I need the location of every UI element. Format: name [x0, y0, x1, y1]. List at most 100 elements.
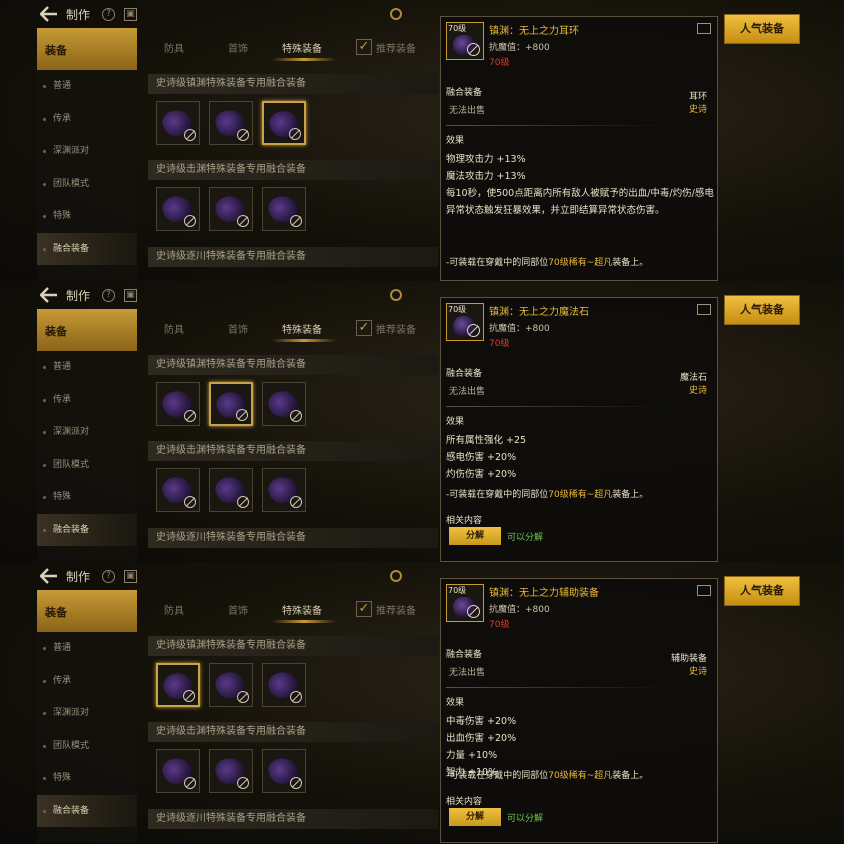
sidebar-item[interactable]: 深渊派对	[37, 697, 137, 730]
share-icon[interactable]	[697, 304, 711, 315]
help-icon[interactable]: ?	[102, 289, 115, 302]
no-trade-icon	[184, 410, 196, 422]
sidebar-item[interactable]: 传承	[37, 665, 137, 698]
equipment-slot[interactable]	[209, 101, 253, 145]
equipment-slot[interactable]	[156, 663, 200, 707]
tab-2[interactable]: 特殊装备	[282, 321, 322, 336]
sidebar-item[interactable]: 融合装备	[37, 513, 137, 546]
sidebar-item[interactable]: 团队模式	[37, 730, 137, 763]
recommend-checkbox[interactable]: ✓	[356, 601, 372, 617]
item-icon: 70级	[446, 303, 484, 341]
equip-note: -可装载在穿戴中的同部位70级稀有~超凡装备上。	[446, 258, 649, 268]
tab-1[interactable]: 首饰	[228, 40, 248, 55]
no-trade-icon	[184, 496, 196, 508]
equipment-slot[interactable]	[262, 382, 306, 426]
tab-2[interactable]: 特殊装备	[282, 40, 322, 55]
sidebar-category-equipment[interactable]: 装备 ︿	[37, 590, 137, 632]
equipment-slot[interactable]	[156, 468, 200, 512]
tab-2[interactable]: 特殊装备	[282, 602, 322, 617]
coin-icon	[390, 8, 402, 20]
disassemble-note: 可以分解	[507, 814, 544, 824]
popular-equipment-button[interactable]: 人气装备	[724, 576, 800, 606]
equipment-slot[interactable]	[262, 749, 306, 793]
equipment-slot[interactable]	[209, 749, 253, 793]
item-stat: 抗魔值：+800	[489, 605, 550, 615]
popular-equipment-button[interactable]: 人气装备	[724, 14, 800, 44]
back-icon[interactable]	[40, 6, 58, 22]
crafting-panel-2: 制作 ? ▣ 装备 ︿ 普通 传承 深渊派对 团队模式 特殊 融合装备 防具 首饰 特殊装备 ✓ 推…	[0, 562, 844, 843]
help-icon[interactable]: ?	[102, 570, 115, 583]
equipment-slot[interactable]	[262, 663, 306, 707]
tab-bar: 防具 首饰 特殊装备 ✓ 推荐装备	[148, 34, 433, 62]
equipment-slot[interactable]	[156, 187, 200, 231]
sidebar-category-equipment[interactable]: 装备 ︿	[37, 28, 137, 70]
item-tooltip: 70级 镇渊：无上之力辅助装备 抗魔值：+800 70级 融合装备 无法出售 辅…	[440, 578, 718, 843]
equipment-slot[interactable]	[209, 382, 253, 426]
section-header: 史诗级镇渊特殊装备专用融合装备	[148, 355, 438, 375]
equipment-slot[interactable]	[262, 101, 306, 145]
chevron-up-icon: ︿	[45, 323, 56, 336]
popular-equipment-button[interactable]: 人气装备	[724, 295, 800, 325]
sidebar-item[interactable]: 深渊派对	[37, 416, 137, 449]
sidebar-category-equipment[interactable]: 装备 ︿	[37, 309, 137, 351]
sidebar-item[interactable]: 融合装备	[37, 232, 137, 265]
related-header: 相关内容	[446, 516, 483, 526]
divider	[446, 125, 668, 126]
active-tab-indicator	[272, 620, 336, 623]
tab-0[interactable]: 防具	[164, 602, 184, 617]
sidebar-item[interactable]: 团队模式	[37, 449, 137, 482]
sidebar-item[interactable]: 普通	[37, 351, 137, 384]
tab-1[interactable]: 首饰	[228, 321, 248, 336]
equipment-slot[interactable]	[262, 468, 306, 512]
equip-note: -可装载在穿戴中的同部位70级稀有~超凡装备上。	[446, 490, 649, 500]
effect-line: 灼伤伤害 +20%	[446, 469, 517, 480]
disassemble-button[interactable]: 分解	[449, 808, 501, 826]
no-trade-text: 无法出售	[449, 668, 486, 678]
sidebar-item[interactable]: 普通	[37, 632, 137, 665]
equipment-slot[interactable]	[209, 468, 253, 512]
no-trade-icon	[237, 496, 249, 508]
recommend-checkbox[interactable]: ✓	[356, 320, 372, 336]
page-title: 制作	[66, 8, 91, 22]
equipment-slot[interactable]	[156, 101, 200, 145]
tab-0[interactable]: 防具	[164, 40, 184, 55]
back-icon[interactable]	[40, 568, 58, 584]
no-trade-icon	[237, 129, 249, 141]
tab-0[interactable]: 防具	[164, 321, 184, 336]
share-icon[interactable]	[697, 23, 711, 34]
gear-icon[interactable]: ▣	[124, 289, 137, 302]
share-icon[interactable]	[697, 585, 711, 596]
equipment-slot[interactable]	[156, 749, 200, 793]
equipment-slot[interactable]	[209, 187, 253, 231]
back-icon[interactable]	[40, 287, 58, 303]
section-header: 史诗级击渊特殊装备专用融合装备	[148, 722, 438, 742]
disassemble-button[interactable]: 分解	[449, 527, 501, 545]
sidebar-item[interactable]: 特殊	[37, 762, 137, 795]
gear-icon[interactable]: ▣	[124, 8, 137, 21]
item-icon: 70级	[446, 584, 484, 622]
sidebar-item[interactable]: 融合装备	[37, 794, 137, 827]
help-icon[interactable]: ?	[102, 8, 115, 21]
no-trade-icon	[290, 496, 302, 508]
equipment-slot[interactable]	[262, 187, 306, 231]
sidebar-item[interactable]: 团队模式	[37, 168, 137, 201]
related-header: 相关内容	[446, 797, 483, 807]
recommend-checkbox[interactable]: ✓	[356, 39, 372, 55]
sidebar-item[interactable]: 普通	[37, 70, 137, 103]
sidebar-item[interactable]: 特殊	[37, 200, 137, 233]
sidebar-item[interactable]: 传承	[37, 384, 137, 417]
sidebar-item[interactable]: 深渊派对	[37, 135, 137, 168]
sidebar-item[interactable]: 特殊	[37, 481, 137, 514]
tab-1[interactable]: 首饰	[228, 602, 248, 617]
gear-icon[interactable]: ▣	[124, 570, 137, 583]
no-trade-text: 无法出售	[449, 387, 486, 397]
coin-icon	[390, 289, 402, 301]
item-stat: 抗魔值：+800	[489, 324, 550, 334]
equipment-slot[interactable]	[209, 663, 253, 707]
coin-icon	[390, 570, 402, 582]
no-trade-icon	[237, 215, 249, 227]
page-title: 制作	[66, 289, 91, 303]
no-trade-icon	[289, 128, 301, 140]
sidebar-item[interactable]: 传承	[37, 103, 137, 136]
equipment-slot[interactable]	[156, 382, 200, 426]
